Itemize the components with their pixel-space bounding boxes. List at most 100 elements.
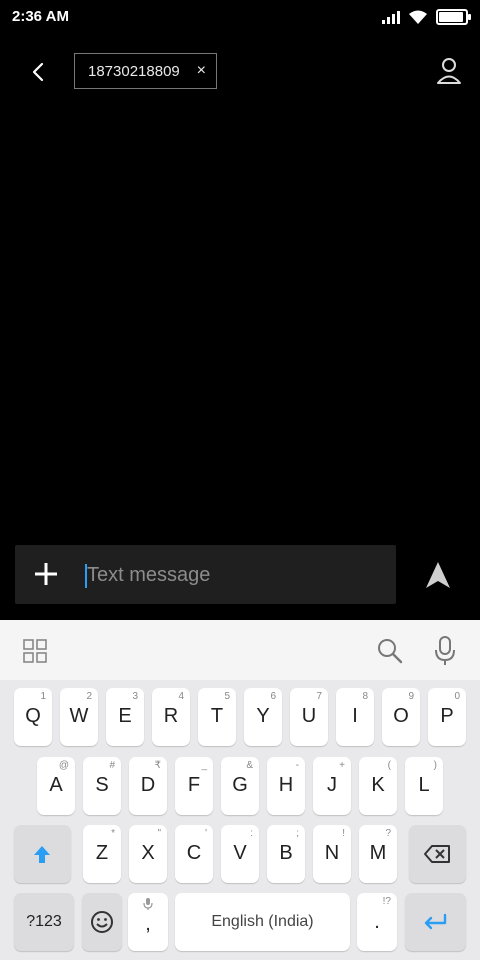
add-attachment-button[interactable] — [33, 561, 59, 587]
key-hint: 0 — [454, 691, 460, 702]
key-z[interactable]: * Z — [83, 825, 121, 883]
conversation-header: 18730218809 × — [0, 44, 480, 100]
key-h[interactable]: -H — [267, 757, 305, 815]
key-hint: 5 — [224, 691, 230, 702]
key-hint: 6 — [270, 691, 276, 702]
key-u[interactable]: 7U — [290, 688, 328, 746]
key-hint: ( — [387, 760, 391, 771]
signal-icon — [382, 10, 400, 24]
period-key[interactable]: !? . — [357, 893, 397, 951]
key-label: Y — [256, 705, 270, 727]
key-label: Q — [25, 705, 41, 727]
key-x[interactable]: " X — [129, 825, 167, 883]
remove-recipient-button[interactable]: × — [197, 62, 206, 80]
key-j[interactable]: + J — [313, 757, 351, 815]
space-key-label: English (India) — [211, 913, 314, 930]
key-c[interactable]: ' C — [175, 825, 213, 883]
keyboard-toolbar — [0, 620, 480, 680]
apps-grid-button[interactable] — [22, 638, 48, 664]
period-key-hint: !? — [382, 896, 391, 907]
key-hint: + — [339, 760, 345, 771]
key-hint: * — [111, 828, 115, 839]
key-hint: # — [109, 760, 115, 771]
person-icon[interactable] — [436, 56, 462, 86]
key-hint: - — [295, 760, 299, 771]
key-s[interactable]: # S — [83, 757, 121, 815]
key-w[interactable]: 2W — [60, 688, 98, 746]
backspace-icon — [424, 845, 450, 863]
key-q[interactable]: 1Q — [14, 688, 52, 746]
key-label: W — [69, 705, 89, 727]
key-label: U — [301, 705, 317, 727]
key-label: B — [279, 842, 293, 864]
key-label: O — [393, 705, 409, 727]
key-t[interactable]: 5T — [198, 688, 236, 746]
keyboard: 1 Q 2 W 3 E 4 R 5 T 6 Y 7 U 8 I 9 O 0 P @ A # S ₹ D _ F & G - H + J(K) L * Z… — [0, 620, 480, 960]
key-label: T — [210, 705, 224, 727]
key-label: R — [163, 705, 179, 727]
key-label: S — [95, 774, 109, 796]
emoji-icon — [91, 911, 113, 933]
key-i[interactable]: 8I — [336, 688, 374, 746]
send-button[interactable] — [424, 560, 452, 590]
key-l[interactable]: ) L — [405, 757, 443, 815]
key-hint: 3 — [132, 691, 138, 702]
key-b[interactable]: ; B — [267, 825, 305, 883]
voice-input-button[interactable] — [433, 635, 457, 667]
key-hint: ? — [385, 828, 391, 839]
backspace-key[interactable] — [409, 825, 466, 883]
wifi-icon — [409, 10, 427, 24]
message-composer — [15, 545, 396, 604]
key-d[interactable]: ₹ D — [129, 757, 167, 815]
key-hint: ! — [342, 828, 345, 839]
key-label: K — [371, 774, 385, 796]
status-bar: 2:36 AM — [0, 0, 480, 34]
key-hint: _ — [201, 760, 207, 771]
key-e[interactable]: 3E — [106, 688, 144, 746]
key-label: F — [187, 774, 201, 796]
key-label: Z — [95, 842, 109, 864]
key-p[interactable]: 0P — [428, 688, 466, 746]
key-hint: 7 — [316, 691, 322, 702]
shift-icon — [34, 846, 50, 863]
key-r[interactable]: 4R — [152, 688, 190, 746]
key-label: E — [118, 705, 132, 727]
key-hint: 8 — [362, 691, 368, 702]
key-k[interactable]: (K — [359, 757, 397, 815]
key-label: P — [440, 705, 454, 727]
key-a[interactable]: @ A — [37, 757, 75, 815]
key-n[interactable]: ! N — [313, 825, 351, 883]
key-label: G — [232, 774, 248, 796]
key-label: V — [233, 842, 247, 864]
keyboard-search-button[interactable] — [376, 637, 404, 665]
key-g[interactable]: & G — [221, 757, 259, 815]
back-button[interactable] — [22, 54, 54, 90]
key-label: L — [418, 774, 430, 796]
enter-icon — [424, 913, 447, 930]
recipient-chip[interactable]: 18730218809 × — [74, 53, 217, 89]
key-m[interactable]: ? M — [359, 825, 397, 883]
symbols-key-label: ?123 — [26, 913, 62, 930]
symbols-key[interactable]: ?123 — [14, 893, 74, 951]
key-hint: 2 — [86, 691, 92, 702]
key-hint: " — [157, 828, 161, 839]
key-label: X — [141, 842, 155, 864]
key-label: A — [49, 774, 63, 796]
key-v[interactable]: :V — [221, 825, 259, 883]
battery-icon — [436, 9, 471, 25]
enter-key[interactable] — [405, 893, 466, 951]
comma-key[interactable]: , — [128, 893, 168, 951]
space-key[interactable]: English (India) — [175, 893, 350, 951]
key-hint: & — [246, 760, 253, 771]
period-key-label: . — [374, 911, 380, 933]
comma-key-label: , — [145, 913, 151, 935]
key-o[interactable]: 9O — [382, 688, 420, 746]
key-hint: : — [250, 828, 253, 839]
key-y[interactable]: 6Y — [244, 688, 282, 746]
key-f[interactable]: _ F — [175, 757, 213, 815]
shift-key[interactable] — [14, 825, 71, 883]
key-label: D — [140, 774, 156, 796]
message-input[interactable] — [87, 560, 377, 590]
key-hint: ₹ — [154, 760, 161, 771]
emoji-key[interactable] — [82, 893, 122, 951]
